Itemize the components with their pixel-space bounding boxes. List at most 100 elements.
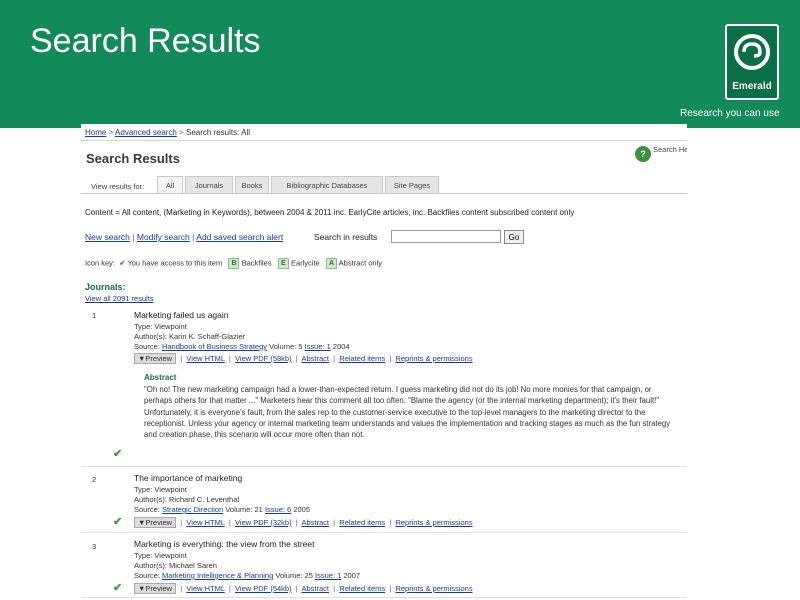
result-number: 3 [92, 542, 97, 551]
preview-button[interactable]: ▼Preview [134, 583, 177, 594]
separator: | [228, 354, 231, 363]
separator: | [132, 232, 135, 242]
preview-button[interactable]: ▼Preview [134, 353, 177, 364]
journals-heading: Journals: [85, 282, 126, 292]
issue-link[interactable]: Issue: 6 [265, 505, 291, 514]
search-in-results-input[interactable] [391, 230, 501, 243]
breadcrumb-current: Search results: All [186, 128, 251, 137]
earlycite-text: Earlycite [290, 258, 320, 268]
separator: | [180, 584, 183, 593]
separator: | [389, 584, 392, 593]
view-pdf-link[interactable]: View PDF (58kb) [235, 354, 292, 363]
access-text: You have access to this item [127, 258, 223, 268]
separator: | [333, 518, 336, 527]
breadcrumb-separator: > [179, 128, 184, 137]
view-all-results-link[interactable]: View all 2091 results [85, 294, 154, 303]
tab-bibliographic-databases[interactable]: Bibliographic Databases [271, 176, 383, 194]
result-divider [81, 466, 687, 467]
source-title-link[interactable]: Marketing Intelligence & Planning [162, 571, 273, 580]
backfiles-text: Backfiles [241, 258, 272, 268]
result-number: 2 [92, 475, 97, 484]
separator: | [333, 354, 336, 363]
result-source: Source: Marketing Intelligence & Plannin… [134, 571, 360, 580]
source-title-link[interactable]: Strategic Direction [162, 505, 223, 514]
emerald-e-icon [734, 34, 770, 70]
search-actions: New search | Modify search | Add saved s… [85, 232, 283, 242]
reprints-link[interactable]: Reprints & permissions [395, 354, 472, 363]
tab-all[interactable]: All [157, 176, 183, 194]
logo-text: Emerald [732, 81, 772, 92]
tab-books[interactable]: Books [235, 176, 269, 194]
emerald-logo: Emerald [725, 24, 779, 100]
reprints-link[interactable]: Reprints & permissions [395, 518, 472, 527]
abstract-heading: Abstract [144, 373, 177, 382]
result-title[interactable]: Marketing failed us again [134, 310, 229, 320]
source-label: Source: [134, 571, 160, 580]
separator: | [180, 354, 183, 363]
separator: | [192, 232, 195, 242]
related-items-link[interactable]: Related items [339, 518, 385, 527]
result-links: ▼Preview | View HTML | View PDF (54kb) |… [134, 583, 473, 594]
view-html-link[interactable]: View HTML [186, 584, 224, 593]
add-alert-link[interactable]: Add saved search alert [196, 232, 283, 242]
search-help-button[interactable]: ? Search Help [635, 144, 687, 166]
new-search-link[interactable]: New search [85, 232, 130, 242]
breadcrumb-home[interactable]: Home [85, 128, 106, 137]
abstract-link[interactable]: Abstract [301, 518, 329, 527]
icon-key: Icon key: ✔ You have access to this item… [85, 258, 382, 269]
separator: | [295, 354, 298, 363]
source-title-link[interactable]: Handbook of Business Strategy [162, 342, 267, 351]
view-html-link[interactable]: View HTML [186, 354, 224, 363]
separator: | [389, 518, 392, 527]
related-items-link[interactable]: Related items [339, 354, 385, 363]
tabs-label: View results for: [91, 182, 145, 191]
result-title[interactable]: The importance of marketing [134, 473, 242, 483]
breadcrumb: Home > Advanced search > Search results:… [85, 128, 250, 137]
breadcrumb-separator: > [108, 128, 114, 137]
tab-journals[interactable]: Journals [185, 176, 233, 194]
result-source: Source: Strategic Direction Volume: 21 I… [134, 505, 310, 514]
separator: | [228, 518, 231, 527]
result-source: Source: Handbook of Business Strategy Vo… [134, 342, 350, 351]
access-check-icon: ✔ [113, 582, 123, 594]
go-button[interactable]: Go [504, 230, 524, 244]
breadcrumb-advanced-search[interactable]: Advanced search [115, 128, 177, 137]
result-divider [81, 532, 687, 533]
preview-button[interactable]: ▼Preview [134, 517, 177, 528]
slide-title: Search Results [30, 22, 261, 60]
abstract-link[interactable]: Abstract [301, 354, 329, 363]
reprints-link[interactable]: Reprints & permissions [395, 584, 472, 593]
search-results-screenshot: Home > Advanced search > Search results:… [81, 124, 687, 600]
volume: Volume: 25 [275, 571, 313, 580]
issue-link[interactable]: Issue: 1 [305, 342, 331, 351]
view-html-link[interactable]: View HTML [186, 518, 224, 527]
issue-link[interactable]: Issue: 1 [315, 571, 341, 580]
view-pdf-link[interactable]: View PDF (54kb) [235, 584, 292, 593]
separator: | [295, 518, 298, 527]
abstract-link[interactable]: Abstract [301, 584, 329, 593]
source-label: Source: [134, 342, 160, 351]
view-pdf-link[interactable]: View PDF (32kb) [235, 518, 292, 527]
icon-key-label: Icon key: [85, 258, 116, 268]
abstract-text: "Oh no! The new marketing campaign had a… [144, 385, 671, 440]
modify-search-link[interactable]: Modify search [137, 232, 190, 242]
access-check-icon: ✔ [113, 448, 123, 460]
result-title[interactable]: Marketing is everything: the view from t… [134, 539, 314, 549]
search-help-label: Search Help [653, 145, 687, 154]
result-authors: Author(s): Richard C. Leventhal [134, 495, 240, 504]
page-title: Search Results [86, 151, 180, 166]
tagline: Research you can use [680, 108, 780, 119]
year: 2007 [343, 571, 361, 580]
result-authors: Author(s): Karin K. Schaff-Glazier [134, 332, 246, 341]
tab-site-pages[interactable]: Site Pages [385, 176, 439, 194]
separator: | [180, 518, 183, 527]
abstract-only-text: Abstract only [338, 258, 383, 268]
volume: Volume: 21 [225, 505, 263, 514]
related-items-link[interactable]: Related items [339, 584, 385, 593]
result-type: Type: Viewpoint [134, 485, 187, 494]
result-type: Type: Viewpoint [134, 322, 187, 331]
backfiles-icon: B [228, 258, 240, 269]
source-label: Source: [134, 505, 160, 514]
result-type: Type: Viewpoint [134, 551, 187, 560]
result-links: ▼Preview | View HTML | View PDF (58kb) |… [134, 353, 473, 364]
